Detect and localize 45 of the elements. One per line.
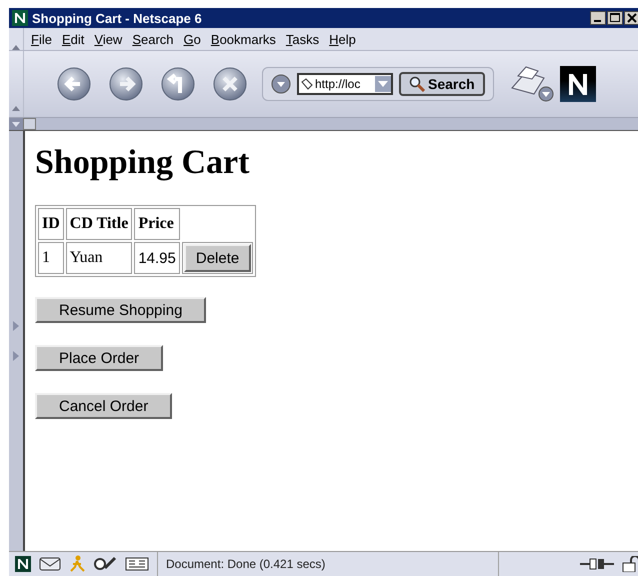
page-heading: Shopping Cart <box>35 143 250 183</box>
action-button[interactable]: Place Order <box>35 345 164 371</box>
collapse-icon[interactable] <box>12 105 20 111</box>
action-button[interactable]: Resume Shopping <box>35 297 206 323</box>
delete-button[interactable]: Delete <box>184 244 252 272</box>
search-button[interactable]: Search <box>399 72 485 96</box>
unlocked-padlock-icon <box>622 556 638 572</box>
menu-item[interactable]: Bookmarks <box>206 32 281 46</box>
action-button[interactable]: Cancel Order <box>35 393 172 419</box>
menu-item[interactable]: Edit <box>56 32 90 46</box>
expand-icon <box>13 321 19 331</box>
search-icon <box>409 76 425 92</box>
tab-bar-handle[interactable] <box>9 118 36 130</box>
column-header: Price <box>134 208 180 240</box>
mail-icon[interactable] <box>39 556 61 572</box>
forward-button[interactable] <box>108 66 144 102</box>
menu-item[interactable]: File <box>26 32 57 46</box>
address-book-icon[interactable] <box>125 556 149 572</box>
expand-icon <box>13 351 19 361</box>
maximize-button[interactable] <box>607 11 623 25</box>
connection-icon <box>580 558 614 570</box>
dropdown-icon <box>375 76 391 92</box>
window-title: Shopping Cart - Netscape 6 <box>32 10 203 26</box>
menu-item[interactable]: View <box>89 32 128 46</box>
bookmark-tag-icon <box>301 78 313 90</box>
app-logo-icon <box>12 10 28 26</box>
close-button[interactable] <box>624 11 638 25</box>
url-field[interactable]: http://loc <box>297 73 393 95</box>
column-header: ID <box>38 208 64 240</box>
menu-item[interactable]: Search <box>127 32 179 46</box>
navigator-icon[interactable] <box>15 556 31 572</box>
table-cell: 14.95 <box>134 242 180 274</box>
status-text: Document: Done (0.421 secs) <box>157 552 499 576</box>
back-button[interactable] <box>56 66 92 102</box>
reload-button[interactable] <box>160 66 196 102</box>
table-cell: Yuan <box>66 242 132 274</box>
table-cell: 1 <box>38 242 64 274</box>
menu-item[interactable]: Help <box>324 32 361 46</box>
stop-button[interactable] <box>212 66 248 102</box>
column-header: CD Title <box>66 208 132 240</box>
netscape-logo <box>560 66 596 102</box>
menu-item[interactable]: Go <box>178 32 206 46</box>
menu-item[interactable]: Tasks <box>280 32 324 46</box>
dropdown-button[interactable] <box>271 74 291 94</box>
minimize-button[interactable] <box>590 11 606 25</box>
